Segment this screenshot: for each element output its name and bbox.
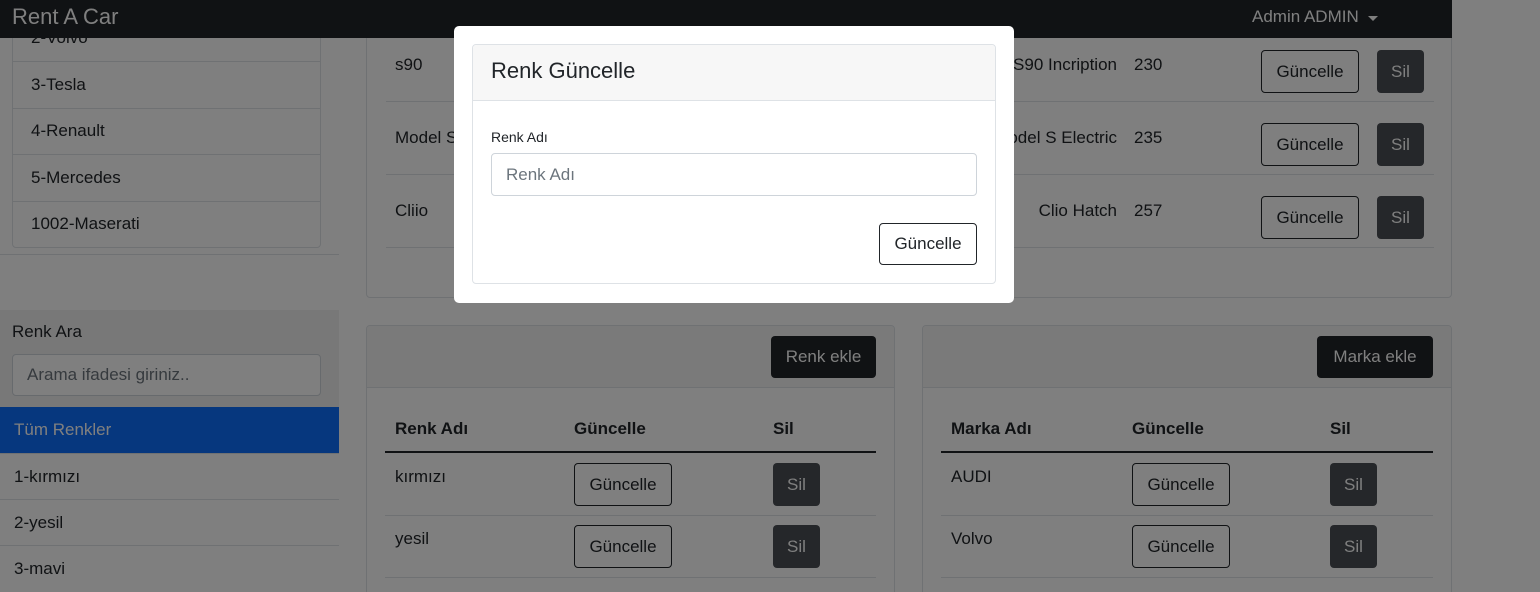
modal-update-button[interactable]: Güncelle: [879, 223, 977, 265]
color-update-modal: Renk Güncelle Renk Adı Güncelle: [454, 26, 1014, 303]
color-name-label: Renk Adı: [491, 129, 548, 145]
modal-title: Renk Güncelle: [491, 58, 636, 83]
page: 2-Volvo 3-Tesla 4-Renault 5-Mercedes 100…: [0, 0, 1540, 592]
modal-header: Renk Güncelle: [473, 45, 995, 101]
color-name-input[interactable]: [491, 153, 977, 196]
modal-card: Renk Güncelle Renk Adı Güncelle: [472, 44, 996, 284]
